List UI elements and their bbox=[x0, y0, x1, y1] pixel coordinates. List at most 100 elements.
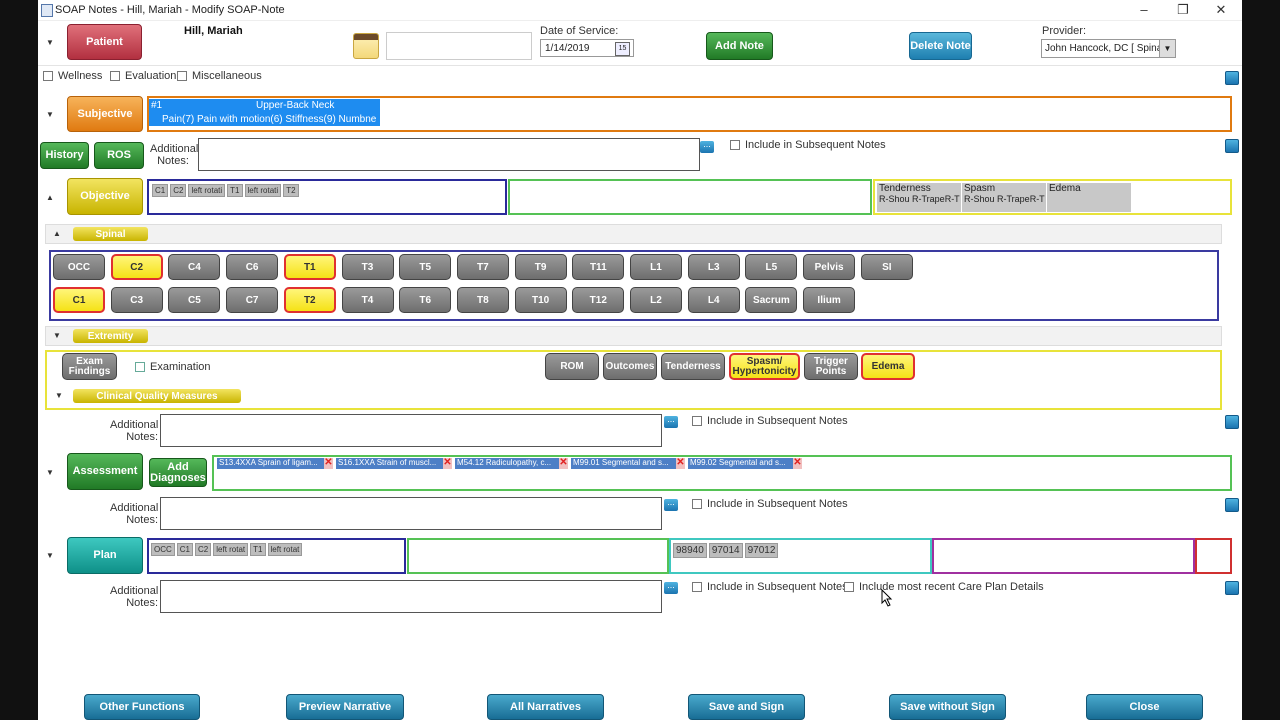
code-tag[interactable]: 97014 bbox=[708, 543, 743, 558]
date-of-service-field[interactable]: 1/14/2019 15 bbox=[540, 39, 634, 57]
expand-icon[interactable] bbox=[1225, 139, 1239, 153]
tag[interactable]: left rotati bbox=[244, 184, 282, 197]
examination-checkbox[interactable] bbox=[135, 362, 145, 372]
collapse-objective-icon[interactable]: ▲ bbox=[42, 193, 58, 202]
collapse-spinal-icon[interactable]: ▲ bbox=[49, 229, 65, 238]
spine-segment-t11[interactable]: T11 bbox=[572, 254, 625, 280]
spine-segment-l4[interactable]: L4 bbox=[687, 287, 740, 313]
spine-segment-t4[interactable]: T4 bbox=[341, 287, 394, 313]
tag[interactable]: left rotati bbox=[188, 184, 226, 197]
spine-segment-c2[interactable]: C2 bbox=[110, 254, 163, 280]
patient-button[interactable]: Patient bbox=[67, 24, 142, 60]
note-name-input[interactable] bbox=[386, 32, 532, 60]
tag[interactable]: C2 bbox=[195, 543, 212, 556]
spine-segment-c7[interactable]: C7 bbox=[226, 287, 279, 313]
minimize-icon[interactable]: – bbox=[1134, 2, 1154, 17]
spine-segment-c5[interactable]: C5 bbox=[168, 287, 221, 313]
collapse-extremity-icon[interactable]: ▼ bbox=[49, 331, 65, 340]
code-tag[interactable]: 98940 bbox=[673, 543, 707, 558]
tag[interactable]: OCC bbox=[151, 543, 175, 556]
assessment-notes-input[interactable] bbox=[160, 497, 662, 530]
collapse-plan-icon[interactable]: ▼ bbox=[42, 551, 58, 560]
close-button[interactable]: Close bbox=[1086, 694, 1203, 720]
remove-icon[interactable]: ✕ bbox=[559, 458, 568, 469]
exam-findings-button[interactable]: Exam Findings bbox=[62, 353, 117, 380]
assessment-include-checkbox[interactable] bbox=[692, 499, 702, 509]
spine-segment-t8[interactable]: T8 bbox=[456, 287, 509, 313]
care-plan-checkbox[interactable] bbox=[844, 582, 854, 592]
chevron-down-icon[interactable]: ▼ bbox=[1159, 40, 1175, 57]
collapse-header-icon[interactable]: ▼ bbox=[42, 38, 58, 47]
plan-button[interactable]: Plan bbox=[67, 537, 143, 574]
spine-segment-t2[interactable]: T2 bbox=[283, 287, 336, 313]
collapse-subjective-icon[interactable]: ▼ bbox=[42, 110, 58, 119]
spine-segment-t3[interactable]: T3 bbox=[341, 254, 394, 280]
other-functions-button[interactable]: Other Functions bbox=[84, 694, 200, 720]
history-button[interactable]: History bbox=[40, 142, 89, 169]
spine-segment-pelvis[interactable]: Pelvis bbox=[803, 254, 856, 280]
plan-include-checkbox[interactable] bbox=[692, 582, 702, 592]
edema-button[interactable]: Edema bbox=[861, 353, 915, 380]
objective-include-checkbox[interactable] bbox=[692, 416, 702, 426]
tag[interactable]: left rotat bbox=[267, 543, 303, 556]
tag[interactable]: C1 bbox=[152, 184, 169, 197]
wellness-checkbox[interactable] bbox=[43, 71, 53, 81]
expand-icon[interactable] bbox=[1225, 415, 1239, 429]
notepad-icon[interactable] bbox=[353, 33, 379, 59]
diagnosis-chip[interactable]: S13.4XXA Sprain of ligam... ✕ bbox=[217, 458, 333, 469]
spine-segment-t9[interactable]: T9 bbox=[514, 254, 567, 280]
spine-segment-sacrum[interactable]: Sacrum bbox=[745, 287, 798, 313]
finding-tenderness[interactable]: Tenderness R-Shou R-TrapeR-T bbox=[877, 183, 961, 212]
trigger-points-button[interactable]: Trigger Points bbox=[804, 353, 858, 380]
spine-segment-t1[interactable]: T1 bbox=[283, 254, 336, 280]
all-narratives-button[interactable]: All Narratives bbox=[487, 694, 604, 720]
tenderness-button[interactable]: Tenderness bbox=[661, 353, 725, 380]
spine-segment-c6[interactable]: C6 bbox=[226, 254, 279, 280]
rom-button[interactable]: ROM bbox=[545, 353, 599, 380]
spine-segment-ilium[interactable]: Ilium bbox=[803, 287, 856, 313]
spine-segment-t5[interactable]: T5 bbox=[399, 254, 452, 280]
subjective-include-checkbox[interactable] bbox=[730, 140, 740, 150]
add-diagnoses-button[interactable]: Add Diagnoses bbox=[149, 458, 207, 487]
add-note-button[interactable]: Add Note bbox=[706, 32, 773, 60]
miscellaneous-checkbox[interactable] bbox=[177, 71, 187, 81]
expand-icon[interactable] bbox=[1225, 71, 1239, 85]
more-icon[interactable]: ... bbox=[700, 140, 714, 153]
spine-segment-t10[interactable]: T10 bbox=[514, 287, 567, 313]
spine-segment-c3[interactable]: C3 bbox=[110, 287, 163, 313]
close-window-icon[interactable]: ✕ bbox=[1211, 2, 1231, 18]
remove-icon[interactable]: ✕ bbox=[324, 458, 333, 469]
subjective-notes-input[interactable] bbox=[198, 138, 700, 171]
spine-segment-l5[interactable]: L5 bbox=[745, 254, 798, 280]
spine-segment-l3[interactable]: L3 bbox=[687, 254, 740, 280]
objective-notes-input[interactable] bbox=[160, 414, 662, 447]
expand-icon[interactable] bbox=[1225, 498, 1239, 512]
evaluation-checkbox[interactable] bbox=[110, 71, 120, 81]
collapse-cqm-icon[interactable]: ▼ bbox=[51, 391, 67, 400]
tag[interactable]: C1 bbox=[176, 543, 194, 556]
diagnosis-chip[interactable]: M54.12 Radiculopathy, c... ✕ bbox=[455, 458, 568, 469]
tag[interactable]: T2 bbox=[283, 184, 299, 197]
spine-segment-t7[interactable]: T7 bbox=[456, 254, 509, 280]
maximize-icon[interactable]: ❐ bbox=[1173, 2, 1193, 18]
remove-icon[interactable]: ✕ bbox=[443, 458, 452, 469]
save-and-sign-button[interactable]: Save and Sign bbox=[688, 694, 805, 720]
assessment-button[interactable]: Assessment bbox=[67, 453, 143, 490]
subjective-button[interactable]: Subjective bbox=[67, 96, 143, 132]
spine-segment-c4[interactable]: C4 bbox=[168, 254, 221, 280]
save-without-sign-button[interactable]: Save without Sign bbox=[889, 694, 1006, 720]
code-tag[interactable]: 97012 bbox=[744, 543, 779, 558]
finding-edema[interactable]: Edema bbox=[1047, 183, 1131, 212]
tag[interactable]: C2 bbox=[170, 184, 187, 197]
spine-segment-l2[interactable]: L2 bbox=[630, 287, 682, 313]
diagnosis-chip[interactable]: M99.02 Segmental and s... ✕ bbox=[688, 458, 802, 469]
tag[interactable]: T1 bbox=[250, 543, 266, 556]
delete-note-button[interactable]: Delete Note bbox=[909, 32, 972, 60]
spine-segment-occ[interactable]: OCC bbox=[53, 254, 105, 280]
tag[interactable]: T1 bbox=[227, 184, 243, 197]
tag[interactable]: left rotat bbox=[213, 543, 249, 556]
diagnosis-chip[interactable]: S16.1XXA Strain of muscl... ✕ bbox=[336, 458, 452, 469]
spine-segment-t6[interactable]: T6 bbox=[399, 287, 452, 313]
outcomes-button[interactable]: Outcomes bbox=[603, 353, 657, 380]
spine-segment-si[interactable]: SI bbox=[860, 254, 913, 280]
